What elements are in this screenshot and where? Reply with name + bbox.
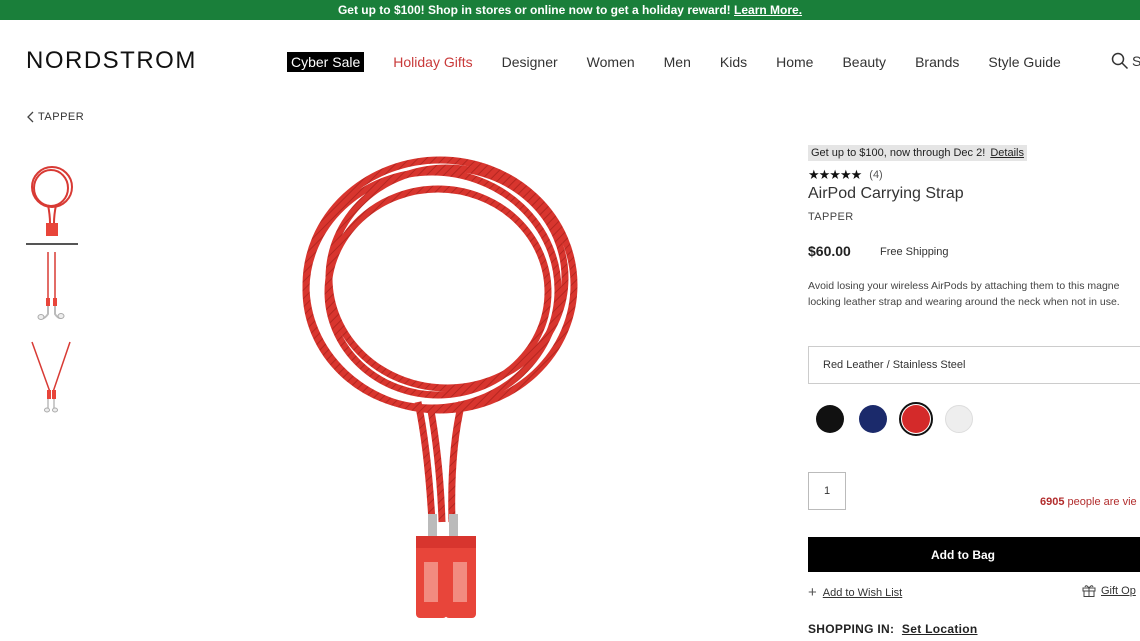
swatch-white[interactable]	[942, 402, 976, 436]
search-icon[interactable]	[1111, 52, 1129, 70]
people-viewing-notice: 6905 people are vie	[1040, 496, 1137, 508]
nav-women[interactable]: Women	[587, 54, 635, 70]
product-title: AirPod Carrying Strap	[808, 185, 964, 202]
promo-banner: Get up to $100! Shop in stores or online…	[0, 0, 1140, 20]
viewing-count: 6905	[1040, 496, 1065, 508]
swatch-red-selected[interactable]	[899, 402, 933, 436]
shipping-info: Free Shipping	[880, 246, 949, 258]
nav-holiday-gifts[interactable]: Holiday Gifts	[393, 54, 472, 70]
promo-chip: Get up to $100, now through Dec 2! Detai…	[808, 145, 1027, 161]
promo-banner-text: Get up to $100! Shop in stores or online…	[337, 3, 731, 17]
rating-row[interactable]: ★★★★★ (4)	[808, 167, 883, 183]
set-location-link[interactable]: Set Location	[902, 622, 978, 636]
quantity-input[interactable]: 1	[808, 472, 846, 510]
add-to-wish-list-link[interactable]: + Add to Wish List	[808, 584, 902, 601]
product-price: $60.00	[808, 243, 851, 259]
nordstrom-logo[interactable]: NORDSTROM	[26, 47, 197, 75]
star-rating: ★★★★★	[808, 167, 862, 182]
thumbnail-strap-worn[interactable]	[26, 340, 78, 418]
plus-icon: +	[808, 584, 817, 601]
color-swatches	[813, 402, 985, 436]
main-product-image	[302, 156, 578, 618]
gift-options-link[interactable]: Gift Op	[1082, 584, 1136, 597]
shopping-in-label: SHOPPING IN:	[808, 622, 895, 636]
nav-designer[interactable]: Designer	[502, 54, 558, 70]
nav-men[interactable]: Men	[664, 54, 691, 70]
thumbnail-coiled-strap[interactable]	[26, 163, 78, 245]
description-line-1: Avoid losing your wireless AirPods by at…	[808, 280, 1120, 292]
add-to-bag-label: Add to Bag	[931, 547, 995, 562]
product-brand-link[interactable]: TAPPER	[808, 211, 854, 223]
chevron-left-icon	[27, 111, 34, 123]
viewing-text: people are vie	[1067, 496, 1137, 508]
thumbnail-strap-with-airpods[interactable]	[26, 250, 78, 325]
review-count[interactable]: (4)	[869, 169, 882, 181]
product-description: Avoid losing your wireless AirPods by at…	[808, 278, 1140, 310]
gift-icon	[1082, 585, 1096, 597]
promo-details-link[interactable]: Details	[990, 147, 1024, 159]
nav-beauty[interactable]: Beauty	[842, 54, 886, 70]
description-line-2: locking leather strap and wearing around…	[808, 296, 1120, 308]
active-thumbnail-indicator	[26, 243, 78, 245]
nav-kids[interactable]: Kids	[720, 54, 747, 70]
color-select-dropdown[interactable]: Red Leather / Stainless Steel	[808, 346, 1140, 384]
main-nav: Cyber Sale Holiday Gifts Designer Women …	[287, 51, 1090, 73]
nav-cyber-sale[interactable]: Cyber Sale	[287, 52, 365, 72]
search-label[interactable]: S	[1132, 53, 1140, 69]
promo-chip-text: Get up to $100, now through Dec 2!	[811, 147, 986, 159]
nav-brands[interactable]: Brands	[915, 54, 959, 70]
back-to-brand-link[interactable]: TAPPER	[26, 111, 84, 123]
swatch-black[interactable]	[813, 402, 847, 436]
nav-style-guide[interactable]: Style Guide	[988, 54, 1060, 70]
learn-more-link[interactable]: Learn More.	[734, 3, 802, 17]
wish-list-label: Add to Wish List	[822, 586, 903, 599]
back-label: TAPPER	[38, 111, 85, 123]
nav-home[interactable]: Home	[776, 54, 813, 70]
gift-options-label: Gift Op	[1101, 584, 1136, 597]
shopping-in-location: SHOPPING IN: Set Location	[808, 622, 978, 636]
swatch-navy[interactable]	[856, 402, 890, 436]
add-to-bag-button[interactable]: Add to Bag	[808, 537, 1140, 572]
